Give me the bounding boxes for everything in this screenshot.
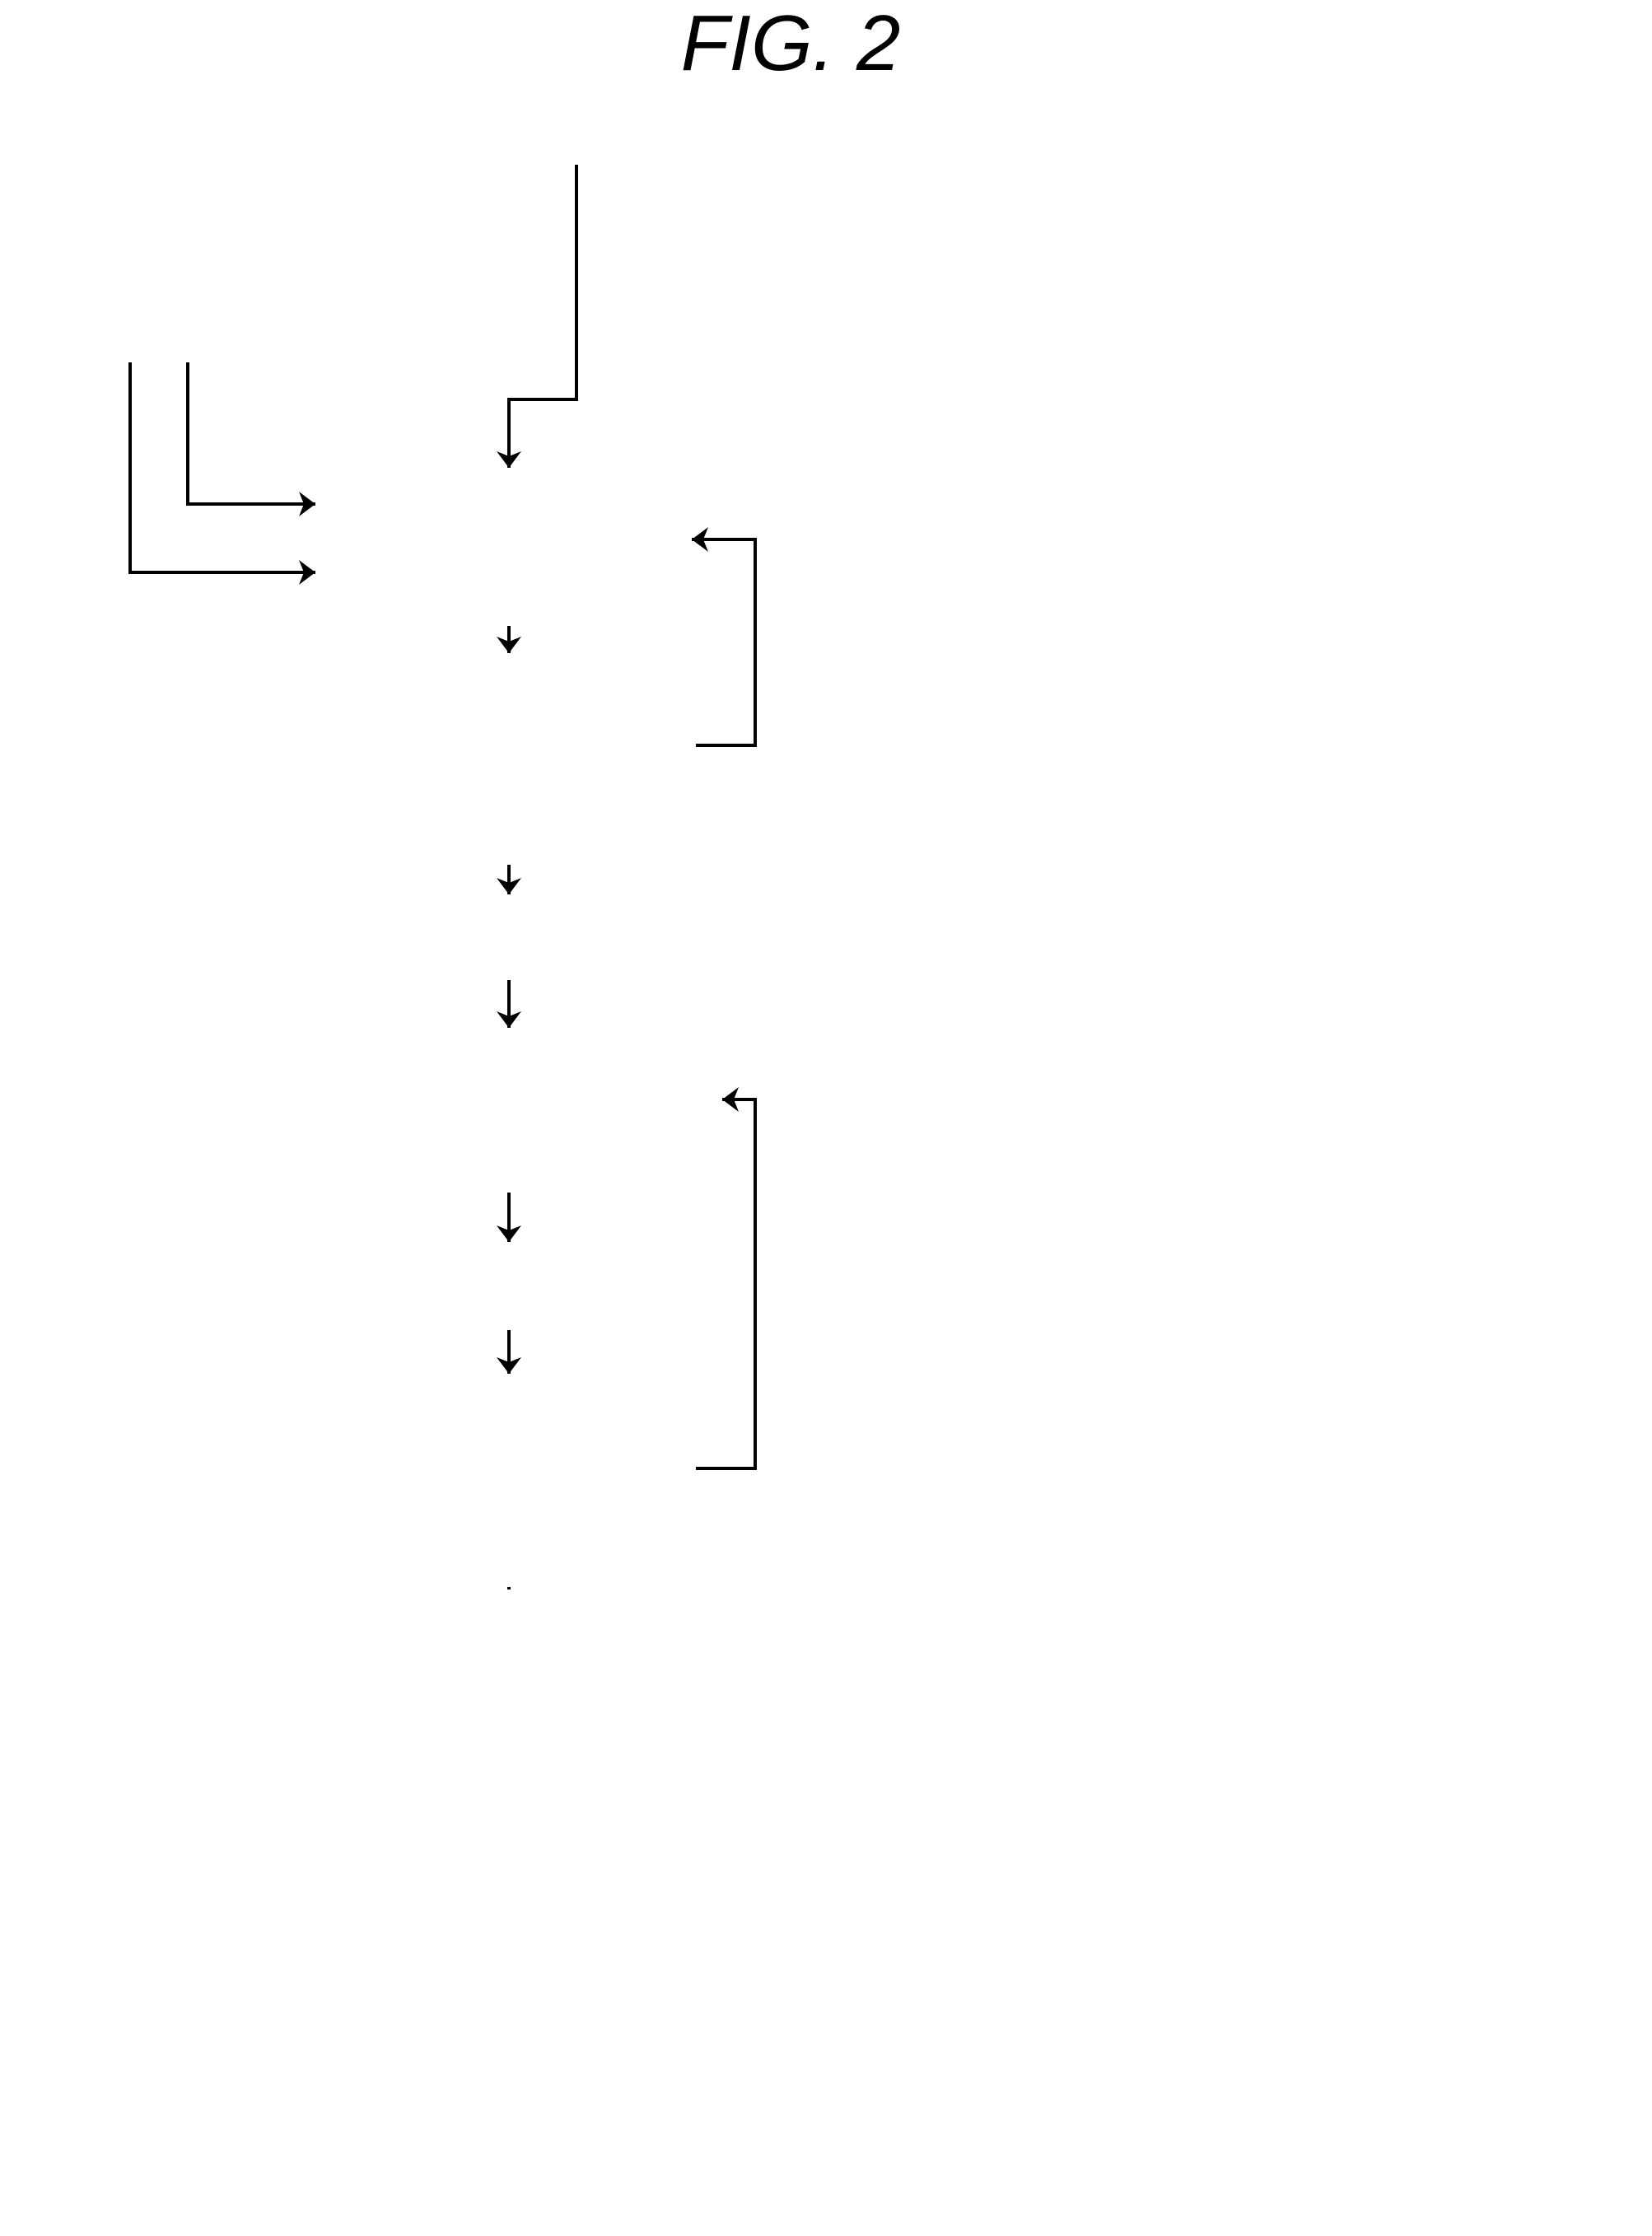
connector-s105-loop bbox=[696, 1087, 757, 1470]
connector-s101-loop bbox=[692, 527, 757, 747]
connector-5a bbox=[128, 362, 315, 585]
connectors bbox=[128, 165, 757, 1589]
figure-title: FIG. 2 bbox=[681, 0, 901, 87]
connector-start-s100 bbox=[497, 165, 578, 468]
flowchart-canvas: FIG. 2 bbox=[128, 0, 901, 1589]
connector-5b bbox=[186, 362, 315, 516]
